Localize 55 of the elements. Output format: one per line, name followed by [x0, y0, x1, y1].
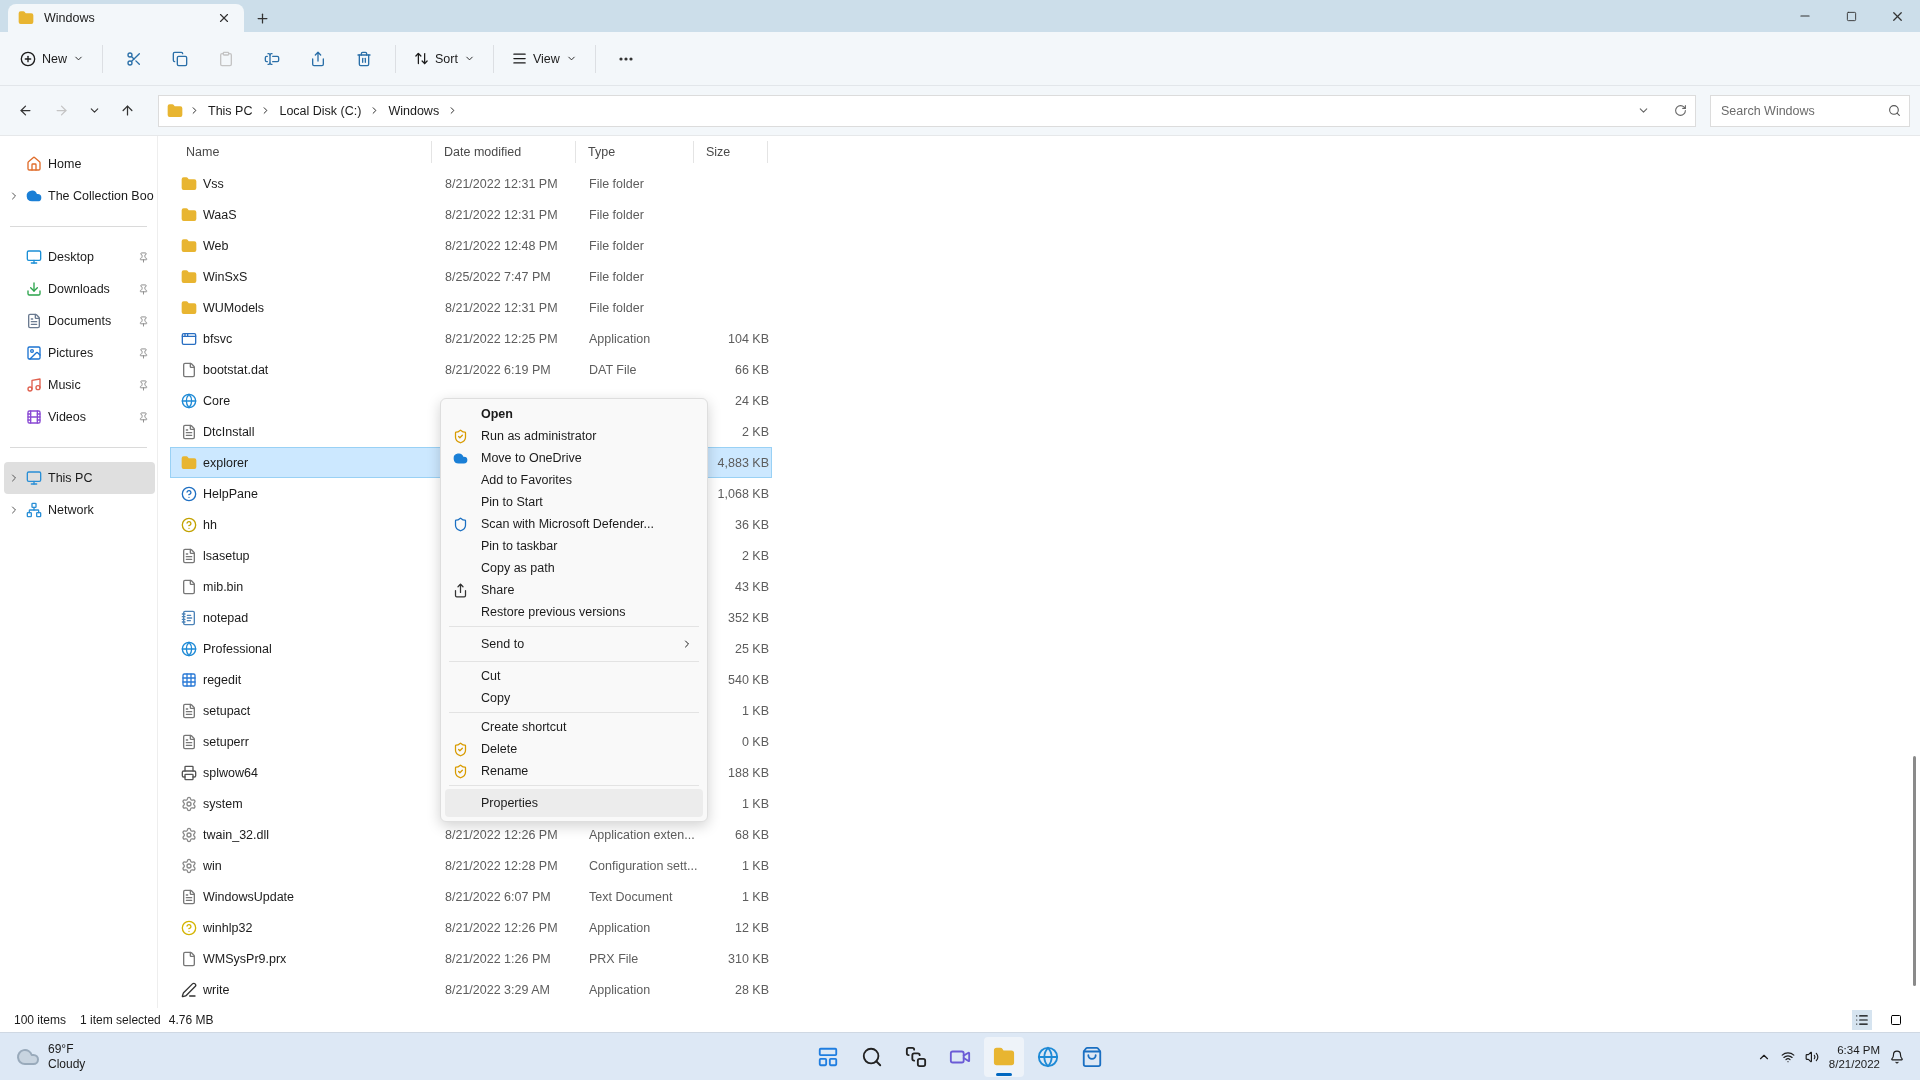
- file-size: 2 KB: [741, 424, 769, 439]
- clock-time: 6:34 PM: [1837, 1042, 1880, 1057]
- file-type: Application: [589, 331, 651, 346]
- file-type: File folder: [589, 176, 644, 191]
- file-size: 352 KB: [728, 610, 769, 625]
- file-type: File folder: [589, 207, 644, 222]
- date-modified: 8/21/2022 12:31 PM: [445, 176, 558, 191]
- file-type: PRX File: [589, 951, 639, 966]
- file-size: 24 KB: [734, 393, 769, 408]
- selection-size: 4.76 MB: [168, 1013, 214, 1027]
- date-modified: 8/21/2022 3:29 AM: [445, 982, 550, 997]
- file-size: 36 KB: [734, 517, 769, 532]
- file-size: 0 KB: [741, 734, 769, 749]
- file-type: Configuration sett...: [589, 858, 698, 873]
- file-size: 1 KB: [741, 889, 769, 904]
- file-size: 188 KB: [728, 765, 769, 780]
- file-size: 12 KB: [734, 920, 769, 935]
- clock-date: 8/21/2022: [1828, 1056, 1880, 1071]
- date-modified: 8/21/2022 12:26 PM: [445, 920, 558, 935]
- file-size: 28 KB: [734, 982, 769, 997]
- date-modified: 8/21/2022 1:26 PM: [445, 951, 551, 966]
- file-size: 1,068 KB: [717, 486, 769, 501]
- item-count: 100 items: [14, 1013, 67, 1027]
- file-size: 66 KB: [734, 362, 769, 377]
- file-size: 104 KB: [728, 331, 769, 346]
- file-size: 310 KB: [728, 951, 769, 966]
- file-size: 2 KB: [741, 548, 769, 563]
- file-size: 43 KB: [734, 579, 769, 594]
- file-type: DAT File: [589, 362, 637, 377]
- temperature: 69°F: [48, 1041, 75, 1057]
- file-size: 1 KB: [741, 858, 769, 873]
- file-size: 1 KB: [741, 796, 769, 811]
- date-modified: 8/21/2022 12:31 PM: [445, 300, 558, 315]
- date-modified: 8/25/2022 7:47 PM: [445, 269, 551, 284]
- date-modified: 8/21/2022 12:26 PM: [445, 827, 558, 842]
- file-size: 540 KB: [728, 672, 769, 687]
- date-modified: 8/21/2022 12:48 PM: [445, 238, 558, 253]
- file-type: Text Document: [589, 889, 673, 904]
- date-modified: 8/21/2022 12:25 PM: [445, 331, 558, 346]
- date-modified: 8/21/2022 6:07 PM: [445, 889, 551, 904]
- date-modified: 8/21/2022 12:31 PM: [445, 207, 558, 222]
- file-type: Application: [589, 982, 651, 997]
- file-size: 68 KB: [734, 827, 769, 842]
- file-type: File folder: [589, 300, 644, 315]
- date-modified: 8/21/2022 12:28 PM: [445, 858, 558, 873]
- file-size: 4,883 KB: [717, 455, 769, 470]
- file-type: Application: [589, 920, 651, 935]
- weather-condition: Cloudy: [48, 1056, 86, 1072]
- date-modified: 8/21/2022 6:19 PM: [445, 362, 551, 377]
- file-size: 1 KB: [741, 703, 769, 718]
- file-size: 25 KB: [734, 641, 769, 656]
- file-type: File folder: [589, 238, 644, 253]
- file-type: Application exten...: [589, 827, 695, 842]
- selection-info: 1 item selected: [80, 1013, 161, 1027]
- file-type: File folder: [589, 269, 644, 284]
